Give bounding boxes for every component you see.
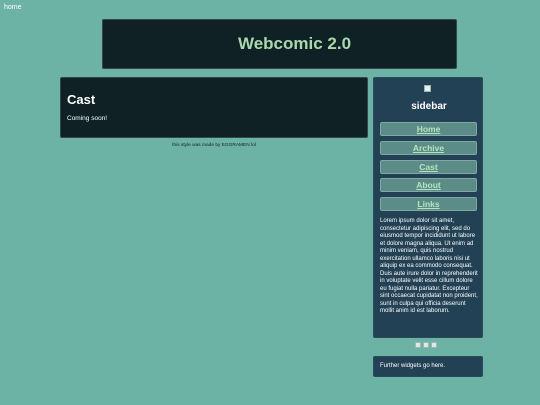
sidebar-image-icon (424, 85, 431, 92)
page-body-text: Coming soon! (67, 115, 108, 122)
nav-button-about[interactable]: About (380, 178, 477, 193)
style-credit-text: this style was made by EGGRAMEN lol (172, 143, 256, 148)
page-title: Cast (67, 92, 96, 107)
main-content-panel: Cast Coming soon! (60, 77, 368, 138)
sidebar-nav: Home Archive Cast About Links (380, 122, 477, 216)
widgets-panel: Further widgets go here. (373, 356, 483, 377)
badge-image-icon[interactable] (415, 342, 421, 348)
badge-image-icon[interactable] (431, 342, 437, 348)
sidebar-panel: sidebar Home Archive Cast About Links Lo… (373, 77, 483, 338)
nav-button-links[interactable]: Links (380, 197, 477, 212)
nav-button-cast[interactable]: Cast (380, 159, 477, 174)
badge-row (415, 342, 437, 348)
nav-button-archive[interactable]: Archive (380, 140, 477, 155)
home-skip-link[interactable]: home (4, 4, 22, 11)
site-title[interactable]: Webcomic 2.0 (208, 34, 351, 54)
site-header: Webcomic 2.0 (102, 19, 457, 69)
sidebar-title: sidebar (411, 101, 447, 112)
sidebar-lorem-text: Lorem ipsum dolor sit amet, consectetur … (380, 218, 478, 314)
nav-button-home[interactable]: Home (380, 122, 477, 136)
badge-image-icon[interactable] (423, 342, 429, 348)
